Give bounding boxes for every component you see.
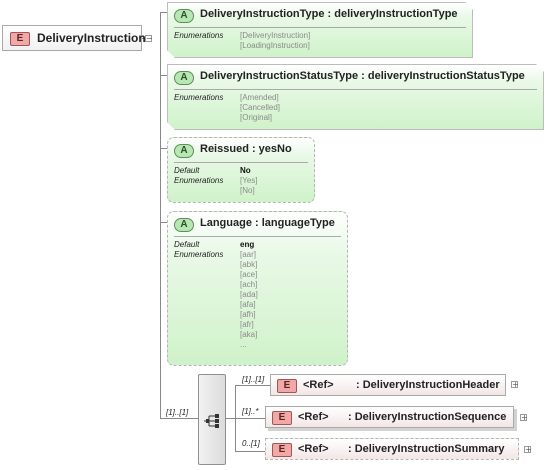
child-branch-2 — [235, 418, 265, 419]
enumeration-value: [Cancelled] — [240, 103, 281, 112]
attribute-badge: A — [174, 218, 194, 232]
attribute-badge: A — [174, 144, 194, 158]
ref-delivery-instruction-sequence[interactable]: E <Ref> : DeliveryInstructionSequence — [265, 406, 514, 428]
sequence-icon — [204, 414, 219, 428]
attribute-divider — [174, 236, 341, 237]
ref-delivery-instruction-summary[interactable]: E <Ref> : DeliveryInstructionSummary — [265, 438, 519, 460]
ref-tag: <Ref> — [298, 411, 329, 423]
enumeration-list: [DeliveryInstruction] [LoadingInstructio… — [240, 31, 310, 51]
enumerations-label: Enumerations — [174, 31, 224, 40]
enumeration-value: [LoadingInstruction] — [240, 41, 310, 50]
element-badge: E — [272, 443, 292, 457]
schema-diagram: E DeliveryInstruction − A DeliveryInstru… — [0, 0, 548, 470]
attribute-badge: A — [174, 71, 194, 85]
sequence-occurrence: [1]..[1] — [166, 408, 189, 417]
sequence-compositor[interactable] — [198, 374, 226, 465]
enumeration-value: [abk] — [240, 260, 258, 269]
attribute-delivery-instruction-status-type[interactable]: A DeliveryInstructionStatusType : delive… — [167, 64, 544, 130]
value-list: No [Yes] [No] — [240, 166, 258, 196]
enumeration-value: [ace] — [240, 270, 258, 279]
child-occurrence: 0..[1] — [242, 439, 260, 448]
attribute-reissued[interactable]: A Reissued : yesNo Default Enumerations … — [167, 137, 315, 203]
child-branch-3 — [235, 451, 265, 452]
enumeration-value: [aka] — [240, 330, 258, 339]
element-badge: E — [10, 32, 30, 46]
expand-icon[interactable]: + — [520, 414, 528, 422]
ref-name: : DeliveryInstructionHeader — [356, 379, 500, 391]
attribute-title: Reissued : yesNo — [200, 143, 292, 155]
child-occurrence: [1]..* — [242, 407, 259, 416]
ref-name: : DeliveryInstructionSummary — [348, 443, 505, 455]
enumeration-value: [aar] — [240, 250, 257, 259]
expand-icon[interactable]: + — [511, 381, 519, 389]
attribute-title: DeliveryInstructionType : deliveryInstru… — [200, 8, 458, 20]
attribute-title: DeliveryInstructionStatusType : delivery… — [200, 70, 525, 82]
child-occurrence: [1]..[1] — [242, 375, 265, 384]
ref-tag: <Ref> — [303, 379, 334, 391]
collapse-icon[interactable]: − — [145, 35, 153, 43]
root-element-label: DeliveryInstruction — [37, 31, 146, 45]
default-value: No — [240, 166, 251, 175]
enumerations-label: Enumerations — [174, 176, 224, 185]
attribute-divider — [174, 27, 466, 28]
attribute-language[interactable]: A Language : languageType Default Enumer… — [167, 211, 348, 366]
attribute-delivery-instruction-type[interactable]: A DeliveryInstructionType : deliveryInst… — [167, 2, 473, 58]
default-label: Default — [174, 166, 200, 175]
enumeration-value: [afa] — [240, 300, 256, 309]
enumeration-list: [Amended] [Cancelled] [Original] — [240, 93, 280, 123]
default-label: Default — [174, 240, 200, 249]
ref-tag: <Ref> — [298, 443, 329, 455]
attribute-badge: A — [174, 9, 194, 23]
attribute-divider — [174, 162, 308, 163]
enumeration-value: [Yes] — [240, 176, 258, 185]
ref-delivery-instruction-header[interactable]: E <Ref> : DeliveryInstructionHeader — [270, 374, 506, 396]
expand-icon[interactable]: + — [524, 446, 532, 454]
enumerations-label: Enumerations — [174, 250, 224, 259]
element-badge: E — [272, 411, 292, 425]
child-connector-from-compositor — [226, 418, 235, 419]
enumeration-value: [ada] — [240, 290, 258, 299]
sequence-connector — [160, 418, 198, 419]
enumeration-value: [afh] — [240, 310, 256, 319]
child-branch-1 — [235, 385, 270, 386]
enumeration-value: [Original] — [240, 113, 273, 122]
enumerations-label: Enumerations — [174, 93, 224, 102]
root-element[interactable]: E DeliveryInstruction — [2, 25, 146, 51]
enumeration-value: [ach] — [240, 280, 258, 289]
enumeration-value: [No] — [240, 186, 255, 195]
enumeration-value: [DeliveryInstruction] — [240, 31, 311, 40]
enumeration-value: [Amended] — [240, 93, 279, 102]
default-value: eng — [240, 240, 255, 249]
ref-name: : DeliveryInstructionSequence — [348, 411, 507, 423]
attribute-divider — [174, 89, 537, 90]
attr-branch-2 — [160, 75, 168, 76]
attribute-trunk — [160, 12, 161, 418]
element-badge: E — [277, 379, 297, 393]
enumeration-value: [afr] — [240, 320, 254, 329]
value-list: eng [aar] [abk] [ace] [ach] [ada] [afa] … — [240, 240, 258, 350]
attribute-title: Language : languageType — [200, 217, 335, 229]
enumeration-ellipsis: ... — [240, 340, 247, 349]
attr-branch-1 — [160, 12, 168, 13]
